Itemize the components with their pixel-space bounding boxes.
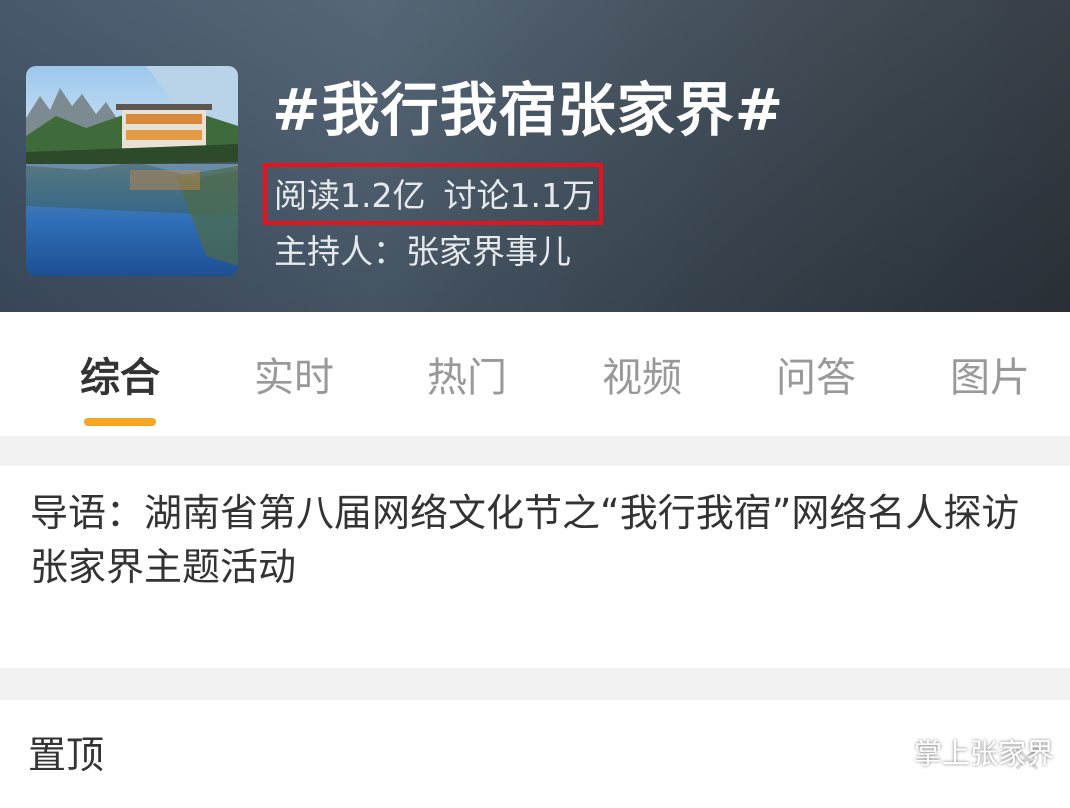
watermark: 掌上张家界 <box>876 736 1054 772</box>
tab-hot[interactable]: 热门 <box>392 352 542 404</box>
topic-header: #我行我宿张家界# 阅读1.2亿 讨论1.1万 主持人：张家界事儿 <box>0 0 1070 312</box>
tab-qa[interactable]: 问答 <box>741 352 891 404</box>
tab-video[interactable]: 视频 <box>567 352 717 404</box>
tab-images[interactable]: 图片 <box>915 352 1065 404</box>
tab-realtime[interactable]: 实时 <box>219 352 369 404</box>
active-tab-indicator <box>84 418 156 426</box>
topic-stats: 阅读1.2亿 讨论1.1万 <box>274 174 595 218</box>
watermark-text: 掌上张家界 <box>914 737 1055 770</box>
topic-title: #我行我宿张家界# <box>272 76 785 144</box>
tab-bar: 综合 实时 热门 视频 问答 图片 <box>0 312 1070 436</box>
pinned-label: 置顶 <box>28 733 105 777</box>
intro-card: 导语：湖南省第八届网络文化节之“我行我宿”网络名人探访张家界主题活动 <box>0 466 1070 668</box>
tab-comprehensive[interactable]: 综合 <box>45 352 195 404</box>
wechat-icon <box>876 742 905 765</box>
topic-host[interactable]: 主持人：张家界事儿 <box>274 230 571 274</box>
intro-text: 导语：湖南省第八届网络文化节之“我行我宿”网络名人探访张家界主题活动 <box>30 491 1020 589</box>
discussion-count: 讨论1.1万 <box>443 176 595 215</box>
topic-cover-image[interactable] <box>26 66 238 276</box>
read-count: 阅读1.2亿 <box>274 176 426 215</box>
